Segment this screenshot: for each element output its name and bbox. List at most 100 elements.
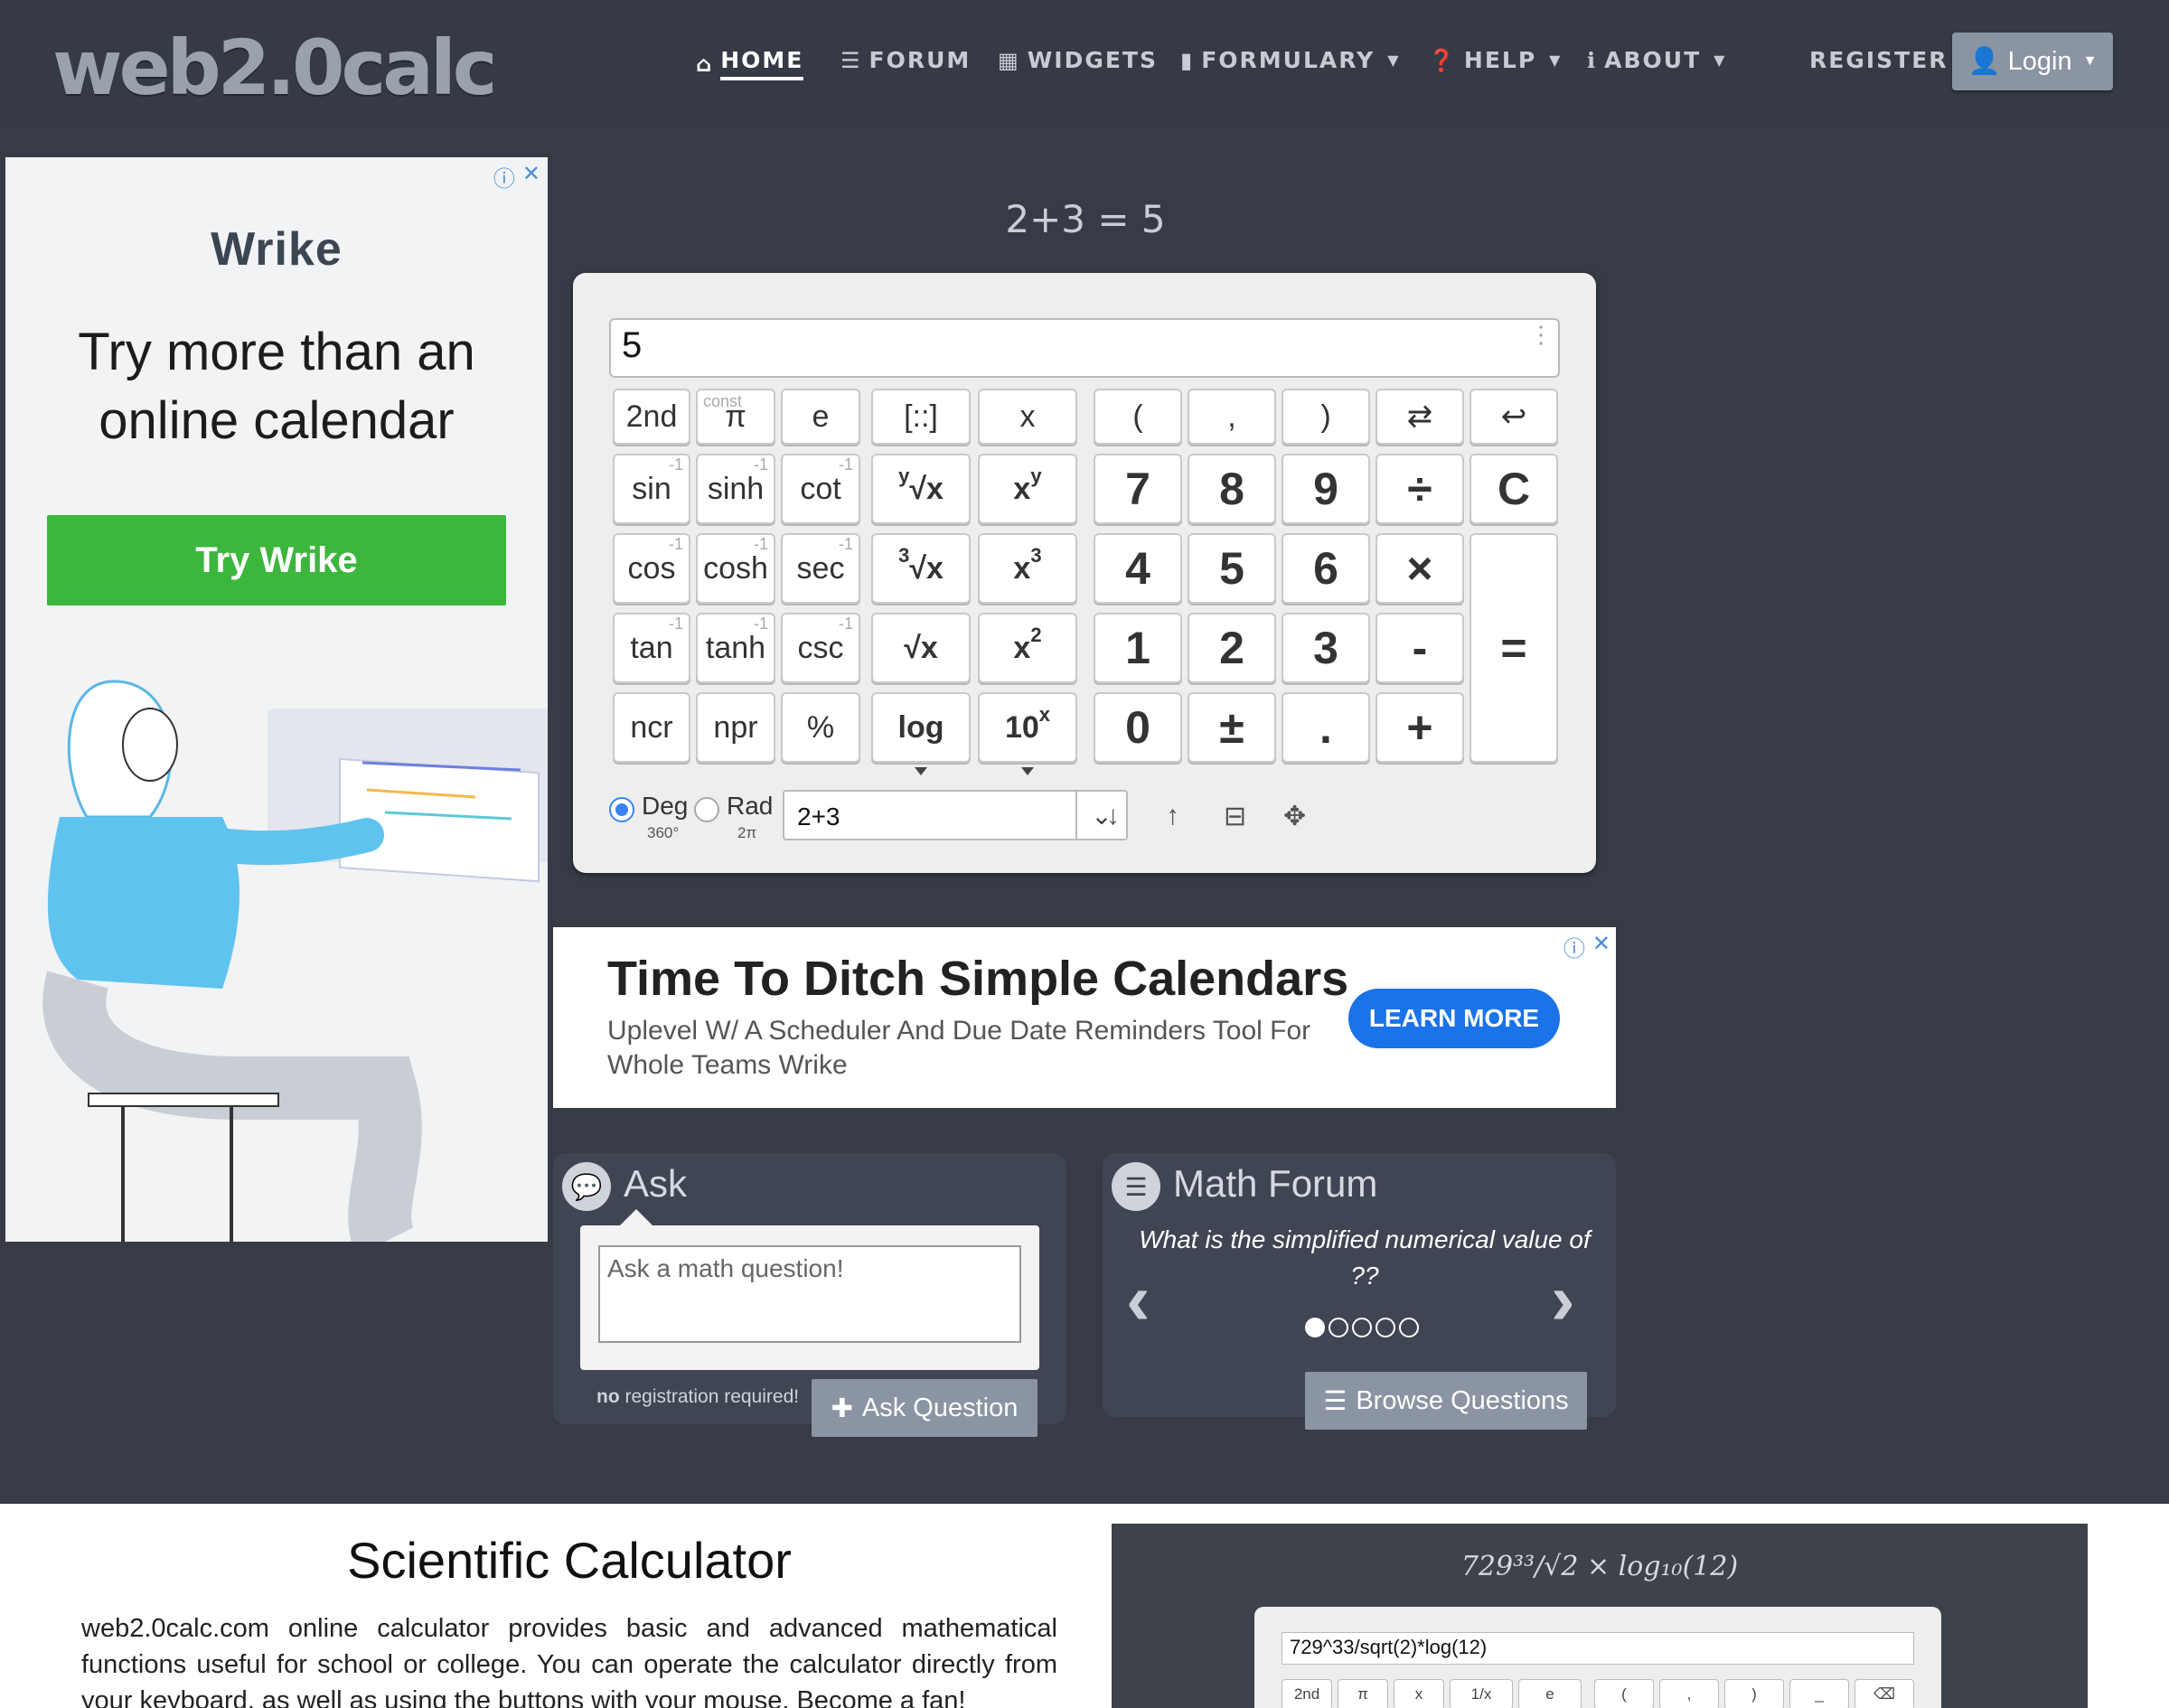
key-4[interactable]: 4 <box>1094 533 1182 604</box>
key-2[interactable]: 2 <box>1188 613 1276 683</box>
close-icon[interactable]: ✕ <box>1592 931 1610 962</box>
learn-more-button[interactable]: LEARN MORE <box>1348 989 1560 1048</box>
dropdown-triangle-icon[interactable] <box>1021 767 1034 775</box>
key-swap[interactable]: ⇄ <box>1376 389 1464 445</box>
key-x-variable[interactable]: x <box>978 389 1077 445</box>
banner-ad[interactable]: ⓘ ✕ Time To Ditch Simple Calendars Uplev… <box>553 927 1616 1108</box>
key-x-power-y[interactable]: xy <box>978 454 1077 524</box>
key-sqrt[interactable]: √x <box>871 613 971 683</box>
carousel-indicators <box>1305 1318 1419 1337</box>
key-x-squared[interactable]: x2 <box>978 613 1077 683</box>
ask-title: Ask <box>624 1162 688 1205</box>
key-ten-power-x[interactable]: 10 x <box>978 692 1077 775</box>
copy-icon[interactable]: ⊟ <box>1224 801 1246 832</box>
site-logo[interactable]: web2.0calc <box>52 23 498 112</box>
nav-widgets[interactable]: ▦ WIDGETS <box>998 47 1158 73</box>
key-decimal[interactable]: . <box>1282 692 1370 763</box>
nav-register[interactable]: REGISTER <box>1809 47 1948 73</box>
nav-forum[interactable]: ☰ FORUM <box>840 47 971 73</box>
history-dropdown-button[interactable]: ⌄ <box>1075 790 1128 840</box>
nav-home[interactable]: ⌂ HOME <box>696 47 804 80</box>
key-minus[interactable]: - <box>1376 613 1464 683</box>
carousel-dot[interactable] <box>1376 1318 1395 1337</box>
key-tanh[interactable]: -1 tanh <box>696 613 775 683</box>
key-close-paren[interactable]: ) <box>1282 389 1370 445</box>
key-6[interactable]: 6 <box>1282 533 1370 604</box>
chevron-right-icon[interactable]: › <box>1551 1258 1575 1341</box>
math-forum-title: Math Forum <box>1173 1162 1378 1205</box>
key-percent[interactable]: % <box>781 692 860 763</box>
more-options-icon[interactable]: ⋮ <box>1529 323 1553 346</box>
key-clear[interactable]: C <box>1469 454 1558 524</box>
nav-help[interactable]: ❓ HELP ▼ <box>1428 47 1560 73</box>
preview-key: , <box>1659 1679 1719 1708</box>
key-cube-root[interactable]: 3 √x <box>871 533 971 604</box>
key-backspace[interactable]: ↩ <box>1469 389 1558 445</box>
chevron-left-icon[interactable]: ‹ <box>1126 1258 1150 1341</box>
key-7[interactable]: 7 <box>1094 454 1182 524</box>
key-8[interactable]: 8 <box>1188 454 1276 524</box>
info-section: Scientific Calculator web2.0calc.com onl… <box>0 1504 2169 1708</box>
history-input[interactable]: 2+3 <box>783 790 1077 840</box>
key-sinh[interactable]: -1 sinh <box>696 454 775 524</box>
dropdown-triangle-icon[interactable] <box>915 767 927 775</box>
arrow-up-icon[interactable]: ↑ <box>1166 801 1179 831</box>
deg-radio[interactable] <box>609 797 634 822</box>
question-icon: ❓ <box>1428 47 1455 73</box>
key-plus[interactable]: + <box>1376 692 1464 763</box>
key-y-root-x[interactable]: y √x <box>871 454 971 524</box>
try-wrike-button[interactable]: Try Wrike <box>47 515 506 605</box>
carousel-dot[interactable] <box>1305 1318 1325 1337</box>
nav-formulary[interactable]: ▮ FORMULARY ▼ <box>1180 47 1399 73</box>
key-multiply[interactable]: × <box>1376 533 1464 604</box>
ad-info-icon[interactable]: ⓘ <box>493 161 515 192</box>
preview-key: ⌫ <box>1854 1679 1914 1708</box>
move-icon[interactable]: ✥ <box>1283 801 1306 832</box>
key-open-paren[interactable]: ( <box>1094 389 1182 445</box>
key-comma[interactable]: , <box>1188 389 1276 445</box>
close-icon[interactable]: ✕ <box>522 161 540 192</box>
rad-radio[interactable] <box>694 797 719 822</box>
sidebar-ad[interactable]: ⓘ ✕ Wrike Try more than an online calend… <box>5 157 548 1242</box>
key-npr[interactable]: npr <box>696 692 775 763</box>
key-3[interactable]: 3 <box>1282 613 1370 683</box>
key-const-pi[interactable]: const π <box>696 389 775 445</box>
carousel-dot[interactable] <box>1399 1318 1419 1337</box>
key-matrix[interactable]: [::] <box>871 389 971 445</box>
key-5[interactable]: 5 <box>1188 533 1276 604</box>
login-button[interactable]: 👤 Login ▼ <box>1952 33 2113 90</box>
key-cot[interactable]: -1 cot <box>781 454 860 524</box>
key-tan[interactable]: -1 tan <box>613 613 690 683</box>
forum-question[interactable]: What is the simplified numerical value o… <box>1139 1222 1591 1294</box>
ad-info-icon[interactable]: ⓘ <box>1563 931 1585 962</box>
nav-about[interactable]: ℹ ABOUT ▼ <box>1587 47 1724 73</box>
carousel-dot[interactable] <box>1329 1318 1348 1337</box>
key-ncr[interactable]: ncr <box>613 692 690 763</box>
carousel-dot[interactable] <box>1352 1318 1372 1337</box>
key-cosh[interactable]: -1 cosh <box>696 533 775 604</box>
ask-question-input[interactable]: Ask a math question! <box>598 1245 1021 1343</box>
ask-question-button[interactable]: ✚ Ask Question <box>812 1379 1038 1437</box>
key-cos[interactable]: -1 cos <box>613 533 690 604</box>
key-x-cubed[interactable]: x3 <box>978 533 1077 604</box>
browse-questions-button[interactable]: ☰ Browse Questions <box>1305 1372 1587 1430</box>
chat-bubble-icon: 💬 <box>562 1162 611 1211</box>
arrow-down-icon[interactable]: ↓ <box>1106 801 1120 831</box>
preview-key: 2nd <box>1282 1679 1332 1708</box>
key-sin[interactable]: -1 sin <box>613 454 690 524</box>
key-9[interactable]: 9 <box>1282 454 1370 524</box>
rad-sublabel: 2π <box>737 824 757 841</box>
list-icon: ☰ <box>1323 1386 1347 1416</box>
key-2nd[interactable]: 2nd <box>613 389 690 445</box>
caret-down-icon: ▼ <box>2082 53 2098 69</box>
key-sec[interactable]: -1 sec <box>781 533 860 604</box>
key-plus-minus[interactable]: ± <box>1188 692 1276 763</box>
key-divide[interactable]: ÷ <box>1376 454 1464 524</box>
key-1[interactable]: 1 <box>1094 613 1182 683</box>
key-csc[interactable]: -1 csc <box>781 613 860 683</box>
key-equals[interactable]: = <box>1469 533 1558 763</box>
key-e[interactable]: e <box>781 389 860 445</box>
key-0[interactable]: 0 <box>1094 692 1182 763</box>
key-log[interactable]: log <box>871 692 971 775</box>
calculator-display[interactable]: 5 ⋮ <box>609 318 1560 378</box>
